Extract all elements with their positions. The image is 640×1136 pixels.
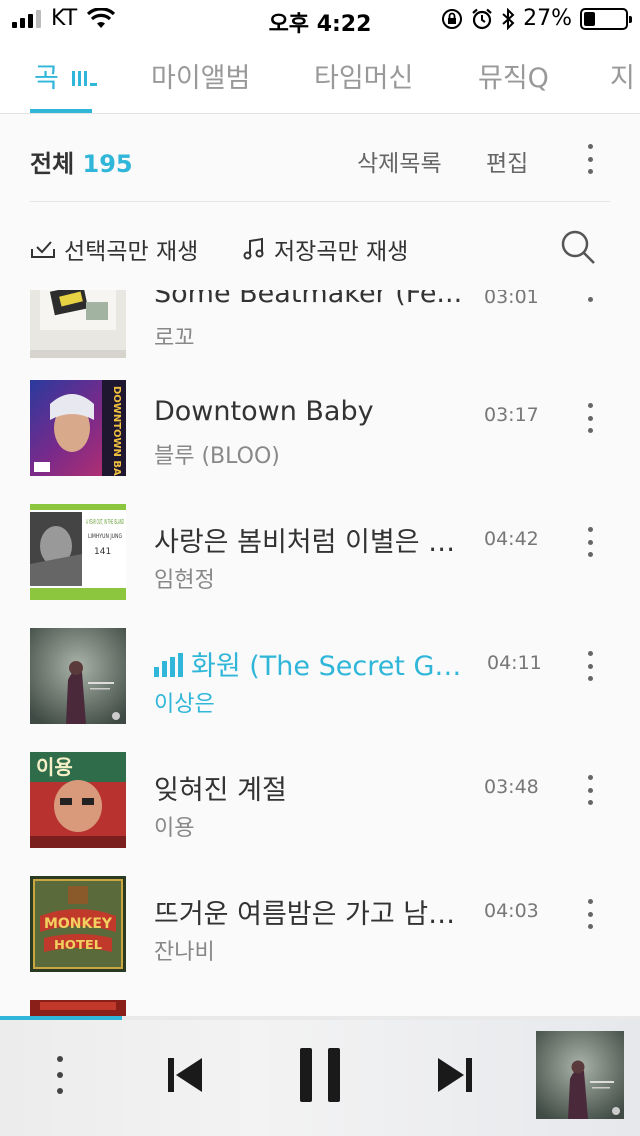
svg-text:141: 141 xyxy=(94,547,111,557)
song-title: Some Beatmaker (Fe... xyxy=(154,290,463,309)
song-artist: 임현정 xyxy=(154,568,215,593)
now-playing-album-art[interactable] xyxy=(536,1031,624,1119)
album-art: DOWNTOWN BABY xyxy=(30,380,126,476)
song-row[interactable]: MONKEY HOTEL 뜨거운 여름밤은 가고 남은 건 볼품없지만 잔나비 … xyxy=(0,876,640,1000)
song-more-icon[interactable] xyxy=(580,899,600,929)
mini-player xyxy=(0,1020,640,1136)
now-playing-icon xyxy=(154,653,183,677)
battery-icon xyxy=(580,7,632,30)
song-artist: 이용 xyxy=(154,816,195,841)
pause-icon[interactable] xyxy=(298,1046,342,1104)
previous-icon[interactable] xyxy=(166,1056,204,1094)
next-icon[interactable] xyxy=(436,1056,474,1094)
song-duration: 04:42 xyxy=(484,528,539,550)
active-tab-indicator xyxy=(30,109,92,113)
search-icon[interactable] xyxy=(559,228,597,266)
status-bar: KT 오후 4:22 27% xyxy=(0,0,640,40)
total-count-label: 전체 195 xyxy=(30,144,133,179)
player-menu-icon[interactable] xyxy=(50,1056,70,1094)
album-art xyxy=(30,1000,126,1016)
total-count: 195 xyxy=(82,150,133,178)
song-row-playing[interactable]: 화원 (The Secret Garden) 이상은 04:11 xyxy=(0,628,640,752)
song-artist: 잔나비 xyxy=(154,940,215,965)
song-title: 잊혀진 계절 xyxy=(154,775,287,806)
song-row[interactable]: A YEAR OUT, IN THE ISLAND LIMHYUN JUNG 1… xyxy=(0,504,640,628)
battery-percent: 27% xyxy=(523,6,572,31)
tab-music-q[interactable]: 뮤직Q xyxy=(478,56,549,95)
album-art-text: LIMHYUN JUNG xyxy=(88,533,122,540)
status-right: 27% xyxy=(441,6,632,31)
tab-more[interactable]: 지 xyxy=(610,56,635,95)
album-art-text: HOTEL xyxy=(54,938,102,952)
album-art-text: A YEAR OUT, IN THE ISLAND xyxy=(86,518,124,526)
song-more-icon[interactable] xyxy=(580,775,600,805)
play-saved-only-button[interactable]: 저장곡만 재생 xyxy=(242,232,408,266)
song-artist: 블루 (BLOO) xyxy=(154,444,280,469)
deleted-list-button[interactable]: 삭제목록 xyxy=(357,144,442,178)
song-list[interactable]: Some Beatmaker (Fe... 로꼬 03:01 DOWNTOWN … xyxy=(0,290,640,1016)
album-art xyxy=(30,628,126,724)
more-options-icon[interactable] xyxy=(580,144,600,174)
song-duration: 03:01 xyxy=(484,290,539,308)
song-title: 뜨거운 여름밤은 가고 남은 건 볼품없지만 xyxy=(154,899,464,930)
tab-time-machine[interactable]: 타임머신 xyxy=(314,56,413,95)
album-art-text: MONKEY xyxy=(44,916,113,932)
song-title: 사랑은 봄비처럼 이별은 겨울비처럼 xyxy=(154,527,464,558)
album-art xyxy=(30,290,126,358)
play-saved-only-label: 저장곡만 재생 xyxy=(274,239,409,265)
album-art-text: DOWNTOWN BABY xyxy=(111,386,122,476)
tab-my-album[interactable]: 마이앨범 xyxy=(151,56,250,95)
song-artist: 이상은 xyxy=(154,692,215,717)
play-selected-only-button[interactable]: 선택곡만 재생 xyxy=(30,232,198,266)
song-duration: 04:03 xyxy=(484,900,539,922)
play-options-row: 선택곡만 재생 저장곡만 재생 xyxy=(0,202,640,290)
orientation-lock-icon xyxy=(442,8,463,29)
play-selected-only-label: 선택곡만 재생 xyxy=(64,239,199,265)
song-row[interactable]: 이용 잊혀진 계절 이용 03:48 xyxy=(0,752,640,876)
album-art: A YEAR OUT, IN THE ISLAND LIMHYUN JUNG 1… xyxy=(30,504,126,600)
edit-button[interactable]: 편집 xyxy=(486,144,528,178)
music-note-icon xyxy=(243,237,264,260)
song-more-icon[interactable] xyxy=(580,403,600,433)
song-artist: 로꼬 xyxy=(154,326,195,351)
alarm-icon xyxy=(472,8,492,29)
album-art: 이용 xyxy=(30,752,126,848)
total-label: 전체 xyxy=(30,150,75,178)
check-tray-icon xyxy=(31,241,55,258)
song-duration: 03:17 xyxy=(484,404,539,426)
bluetooth-icon xyxy=(502,7,515,30)
list-header: 전체 195 삭제목록 편집 xyxy=(0,114,640,202)
song-row[interactable]: Some Beatmaker (Fe... 로꼬 03:01 xyxy=(0,290,640,386)
song-more-icon[interactable] xyxy=(580,651,600,681)
song-row[interactable] xyxy=(0,1000,640,1016)
tab-songs[interactable]: 곡 xyxy=(34,56,99,95)
song-title-text: 화원 (The Secret Garden) xyxy=(191,651,464,682)
song-title: Downtown Baby xyxy=(154,396,374,427)
album-art-text: 이용 xyxy=(36,755,73,779)
tab-songs-label: 곡 xyxy=(34,63,59,94)
song-title: 화원 (The Secret Garden) xyxy=(154,644,464,683)
song-duration: 03:48 xyxy=(484,776,539,798)
song-more-icon[interactable] xyxy=(580,290,600,302)
equalizer-icon xyxy=(72,71,98,86)
song-row[interactable]: DOWNTOWN BABY Downtown Baby 블루 (BLOO) 03… xyxy=(0,380,640,504)
song-duration: 04:11 xyxy=(487,652,542,674)
tab-bar: 곡 마이앨범 타임머신 뮤직Q 지 xyxy=(0,40,640,114)
song-more-icon[interactable] xyxy=(580,527,600,557)
album-art: MONKEY HOTEL xyxy=(30,876,126,972)
